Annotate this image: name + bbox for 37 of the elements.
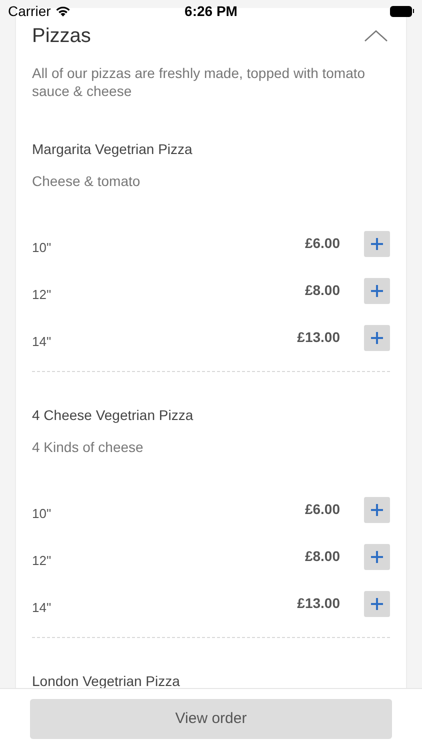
- clock-time: 6:26 PM: [184, 2, 238, 20]
- price-label: £6.00: [304, 234, 340, 253]
- chevron-up-icon[interactable]: [364, 30, 388, 42]
- size-label: 14": [32, 332, 52, 351]
- add-button[interactable]: [364, 230, 390, 256]
- battery-icon: [390, 6, 414, 16]
- view-order-button[interactable]: View order: [30, 699, 392, 739]
- add-button[interactable]: [364, 324, 390, 350]
- wifi-icon: [54, 5, 71, 17]
- size-label: 14": [32, 598, 52, 617]
- add-button[interactable]: [364, 590, 390, 616]
- add-button[interactable]: [364, 496, 390, 522]
- item-description: Cheese & tomato: [32, 172, 142, 190]
- section-description: All of our pizzas are freshly made, topped with tomato sauce & cheese: [32, 64, 366, 100]
- price-label: £8.00: [304, 547, 340, 566]
- size-label: 12": [32, 286, 52, 304]
- size-label: 10": [32, 238, 52, 257]
- carrier-name: Carrier: [8, 2, 51, 20]
- item-name: 4 Cheese Vegetrian Pizza: [32, 406, 194, 424]
- price-label: £6.00: [304, 500, 340, 519]
- add-button[interactable]: [364, 278, 390, 304]
- plus-icon: [370, 596, 384, 610]
- item-description: 4 Kinds of cheese: [32, 438, 144, 456]
- price-label: £13.00: [297, 328, 340, 347]
- price-label: £13.00: [297, 594, 340, 613]
- plus-icon: [370, 330, 384, 344]
- price-label: £8.00: [304, 281, 340, 300]
- size-label: 10": [32, 504, 52, 523]
- plus-icon: [370, 550, 384, 564]
- item-name: Margarita Vegetrian Pizza: [32, 140, 194, 158]
- plus-icon: [370, 502, 384, 516]
- add-button[interactable]: [364, 544, 390, 570]
- plus-icon: [370, 284, 384, 298]
- size-label: 12": [32, 552, 52, 570]
- plus-icon: [370, 236, 384, 250]
- section-title: Pizzas: [32, 24, 91, 49]
- item-name: London Vegetrian Pizza: [32, 672, 181, 690]
